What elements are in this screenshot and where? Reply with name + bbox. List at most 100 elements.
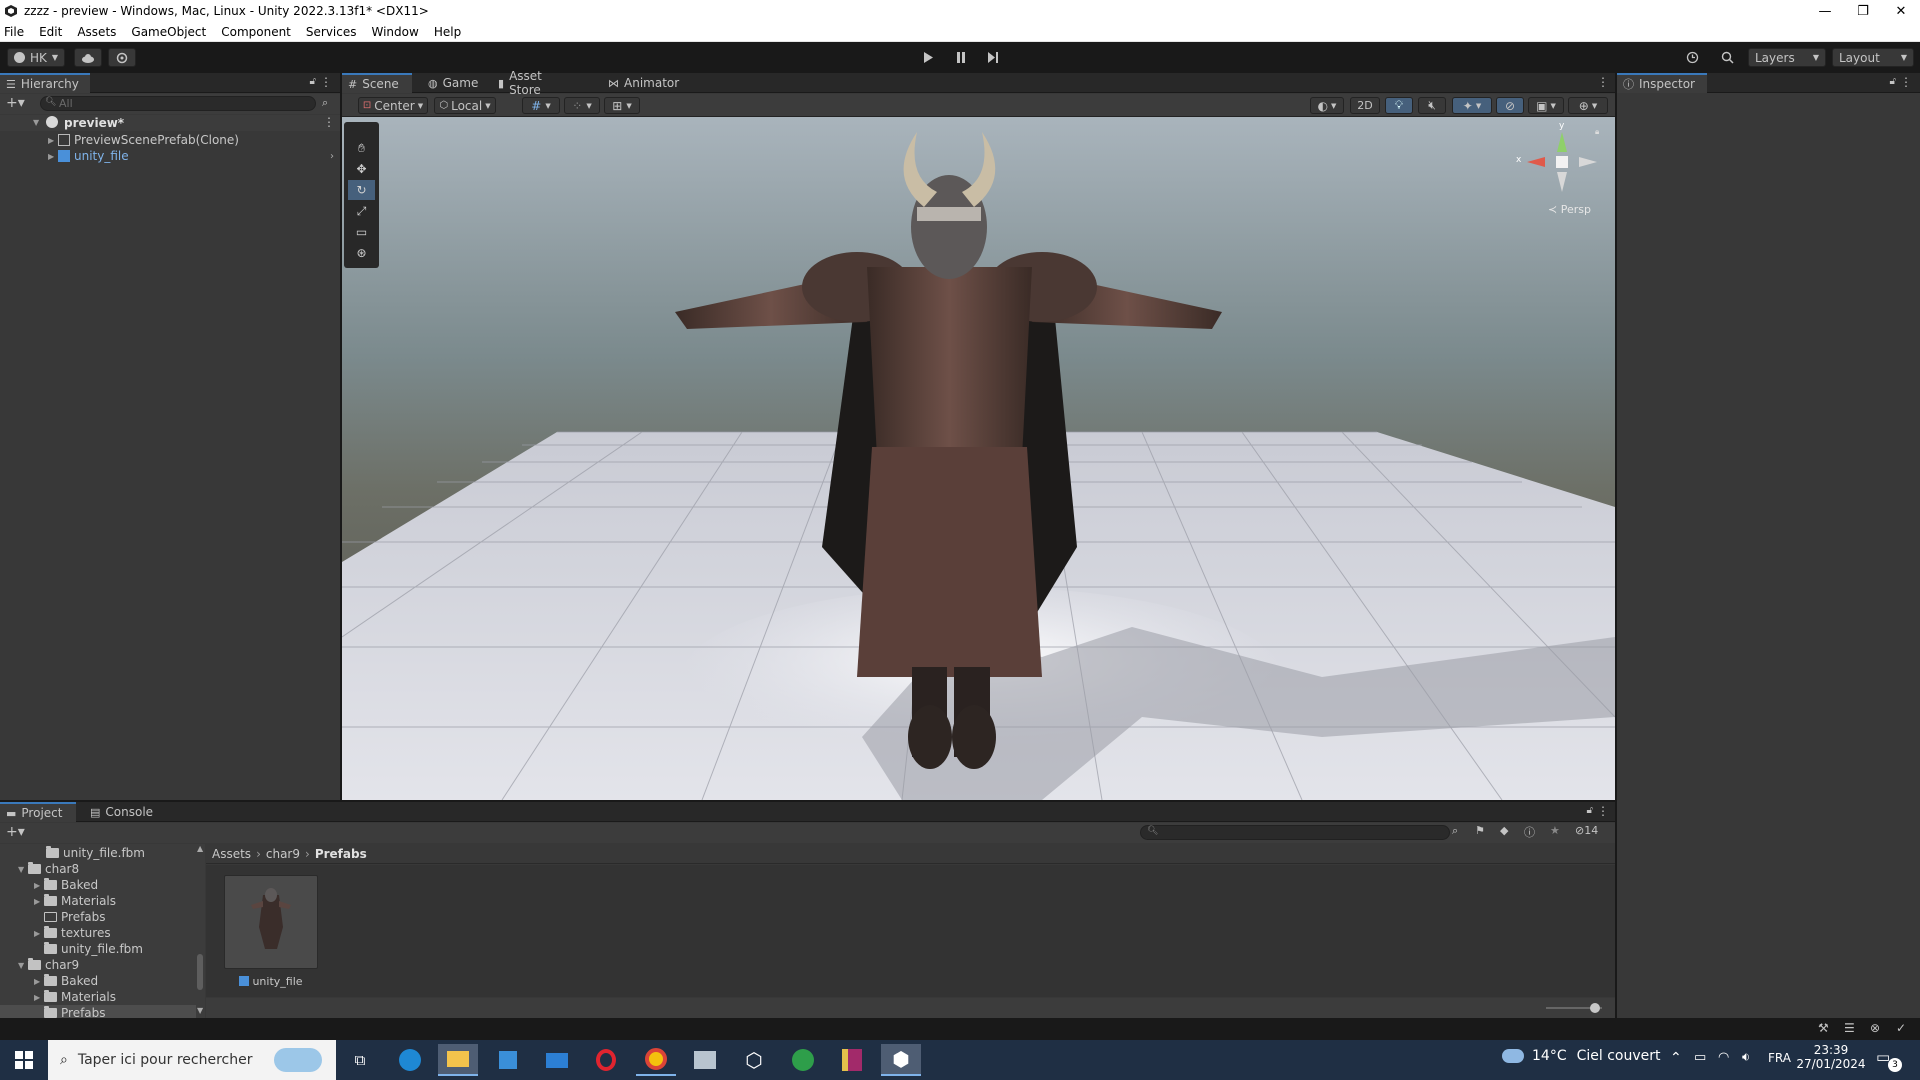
browser-app[interactable] [783,1044,823,1076]
task-view-button[interactable]: ⧉ [340,1044,380,1076]
slider-handle[interactable] [1590,1003,1600,1013]
2d-toggle[interactable]: 2D [1350,97,1380,114]
edge-app[interactable] [390,1044,430,1076]
breadcrumb-item[interactable]: Assets [212,847,251,861]
tab-game[interactable]: ◍ Game [422,73,484,93]
minimize-button[interactable]: — [1806,0,1844,22]
expand-arrow-icon[interactable]: ▶ [34,977,44,986]
folder-item[interactable]: unity_file.fbm [46,845,145,861]
increment-snap-button[interactable]: ⁘ ▼ [564,97,600,114]
mail-app[interactable] [537,1044,577,1076]
draw-mode-button[interactable]: ◐ ▼ [1310,97,1344,114]
kebab-menu-icon[interactable]: ⋮ [1597,804,1609,818]
lock-icon[interactable]: 🔒︎ [1595,127,1599,137]
account-dropdown[interactable]: HK ▼ [7,48,65,67]
menu-gameobject[interactable]: GameObject [131,25,206,39]
lock-icon[interactable]: 🔓︎ [1587,805,1593,816]
bake-icon[interactable]: ⚒ [1818,1021,1829,1035]
opera-app[interactable] [586,1044,626,1076]
grid-snapping-button[interactable]: # ▼ [522,97,560,114]
menu-services[interactable]: Services [306,25,357,39]
folder-item[interactable]: ▶ Baked [34,877,98,893]
tab-inspector[interactable]: ⓘ Inspector [1617,73,1707,93]
menu-edit[interactable]: Edit [39,25,62,39]
taskbar-search-box[interactable]: ⌕ Taper ici pour rechercher [48,1040,336,1080]
folder-item[interactable]: ▼ char9 [18,957,79,973]
expand-arrow-icon[interactable]: ▶ [34,993,44,1002]
hierarchy-item[interactable]: ▶ unity_file › [48,148,340,164]
asset-thumbnail[interactable] [224,875,318,969]
menu-assets[interactable]: Assets [77,25,116,39]
terminal-app[interactable] [685,1044,725,1076]
hand-tool-button[interactable]: ✋︎ [348,138,375,158]
tab-hierarchy[interactable]: ☰ Hierarchy [0,73,90,93]
unity-hub-app[interactable]: ⬡ [734,1044,774,1076]
audio-toggle[interactable]: 🔇︎ [1418,97,1446,114]
file-explorer-app[interactable] [438,1044,478,1076]
display-icon[interactable]: ▭ [1694,1050,1706,1065]
orientation-gizmo[interactable]: y x 🔒︎ ≺ Persp [1512,121,1612,217]
ruler-button[interactable]: ⊞ ▼ [604,97,640,114]
folder-item[interactable]: ▼ char8 [18,861,79,877]
chevron-up-icon[interactable]: ⌃ [1670,1050,1682,1066]
search-by-scene-icon[interactable]: ⌕ [1452,824,1458,838]
breadcrumb-item[interactable]: char9 [266,847,300,861]
cache-icon[interactable]: ☰ [1844,1021,1855,1035]
history-button[interactable] [1679,48,1705,67]
scene-search-icon[interactable]: ⌕ [322,96,328,110]
space-dropdown[interactable]: ⬡ Local ▼ [434,97,496,114]
kebab-menu-icon[interactable]: ⋮ [1597,75,1609,89]
folder-item[interactable]: ▶ textures [34,925,111,941]
menu-component[interactable]: Component [221,25,291,39]
tab-scene[interactable]: # Scene [342,73,412,93]
menu-file[interactable]: File [4,25,24,39]
hidden-packages-button[interactable]: ⊘14 [1575,824,1598,837]
clock[interactable]: 23:39 27/01/2024 [1794,1043,1868,1077]
transform-tool-button[interactable]: ⊛ [348,243,375,263]
rect-tool-button[interactable]: ▭ [348,222,375,242]
folder-item-selected[interactable]: Prefabs [0,1005,196,1018]
expand-arrow-icon[interactable]: ▼ [18,961,28,970]
winrar-app[interactable] [832,1044,872,1076]
folder-item[interactable]: unity_file.fbm [44,941,143,957]
expand-arrow-icon[interactable]: ▶ [34,881,44,890]
add-button[interactable]: +▾ [6,824,25,840]
lock-icon[interactable]: 🔓︎ [310,76,316,87]
lock-icon[interactable]: 🔓︎ [1890,76,1896,87]
wifi-icon[interactable]: ◠ [1718,1050,1729,1065]
scroll-up-icon[interactable]: ▲ [197,844,203,853]
asset-item[interactable]: unity_file [224,973,318,989]
kebab-menu-icon[interactable]: ⋮ [1900,75,1912,89]
scene-row[interactable]: ▼ preview* ⋮ [0,115,340,131]
check-circle-icon[interactable]: ✓ [1896,1021,1906,1035]
tab-animator[interactable]: ⋈ Animator [602,73,682,93]
hierarchy-item[interactable]: ▶ PreviewScenePrefab(Clone) [48,132,239,148]
breadcrumb-item-current[interactable]: Prefabs [315,847,367,861]
volume-icon[interactable]: 🔉︎ [1742,1050,1750,1065]
expand-arrow-icon[interactable]: ▶ [48,136,58,145]
menu-window[interactable]: Window [372,25,419,39]
tree-scrollbar[interactable]: ▲ ▼ [196,844,205,1018]
notifications-button[interactable]: ▭ 3 [1876,1048,1902,1072]
close-button[interactable]: ✕ [1882,0,1920,22]
maximize-button[interactable]: ❐ [1844,0,1882,22]
tab-project[interactable]: ▬ Project [0,802,76,822]
gizmos-button[interactable]: ⊕ ▼ [1568,97,1608,114]
warning-icon[interactable]: ⓘ [1524,824,1535,840]
tab-console[interactable]: ▤ Console [84,802,164,822]
rotate-tool-button[interactable]: ↻ [348,180,375,200]
kebab-menu-icon[interactable]: ⋮ [320,75,332,89]
hierarchy-search-input[interactable]: 🔍︎ All [40,96,316,111]
effects-toggle[interactable]: ✦ ▼ [1452,97,1492,114]
cloud-button[interactable] [74,48,102,67]
hidden-objects-toggle[interactable]: ⊘ [1496,97,1524,114]
step-button[interactable] [983,49,1003,66]
folder-item[interactable]: ▶ Materials [34,893,116,909]
camera-settings-button[interactable]: ▣ ▼ [1528,97,1564,114]
folder-item[interactable]: ▶ Baked [34,973,98,989]
chevron-right-icon[interactable]: › [330,151,334,162]
start-button[interactable] [4,1044,44,1076]
search-by-type-icon[interactable]: ⚑ [1475,824,1485,837]
lighting-toggle[interactable]: 💡︎ [1385,97,1413,114]
play-button[interactable] [918,49,938,66]
